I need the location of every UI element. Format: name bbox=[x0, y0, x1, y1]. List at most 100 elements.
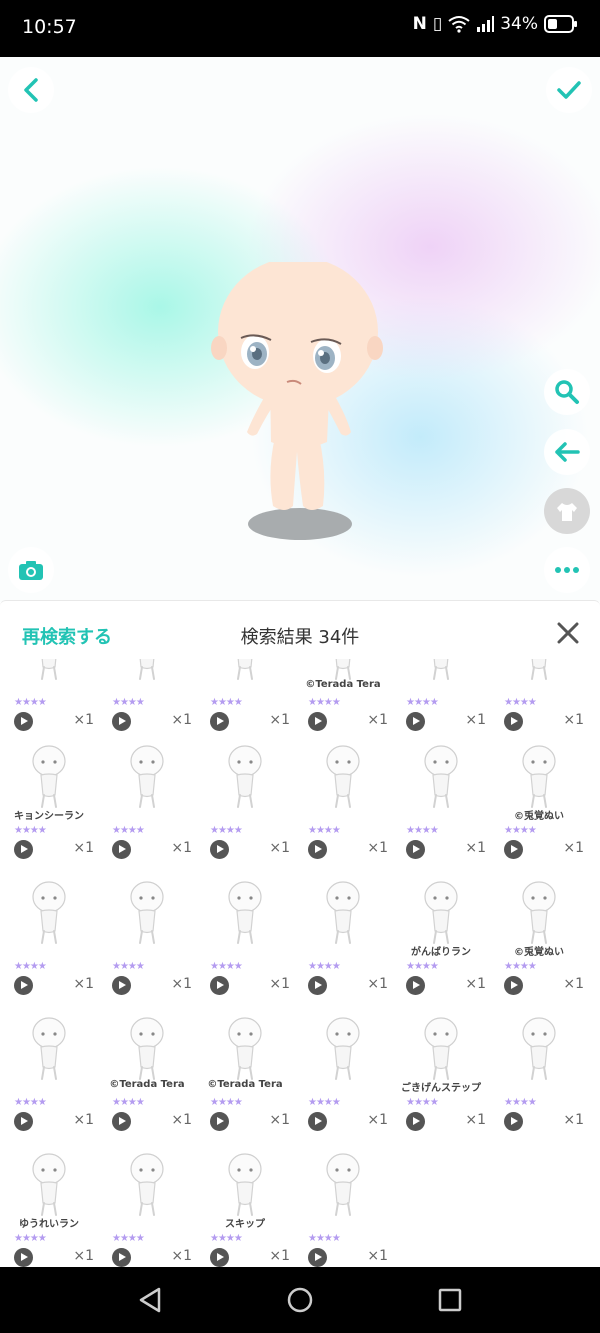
item-quantity: ×1 bbox=[465, 712, 486, 728]
more-button[interactable] bbox=[544, 547, 590, 593]
item-quantity: ×1 bbox=[367, 712, 388, 728]
play-icon[interactable] bbox=[112, 840, 131, 859]
item-thumbnail bbox=[531, 659, 547, 680]
item-card[interactable]: ★★★★ ×1 bbox=[392, 737, 490, 873]
item-card[interactable]: がんばりラン ★★★★ ×1 bbox=[392, 873, 490, 1009]
item-card[interactable]: キョンシーラン ★★★★ ×1 bbox=[0, 737, 98, 873]
item-card[interactable]: ★★★★ ×1 bbox=[98, 659, 196, 745]
star-rating: ★★★★ bbox=[112, 825, 145, 836]
item-card[interactable]: ★★★★ ×1 bbox=[98, 873, 196, 1009]
item-card[interactable]: ★★★★ ×1 bbox=[196, 659, 294, 745]
item-card[interactable]: ★★★★ ×1 bbox=[196, 737, 294, 873]
item-quantity: ×1 bbox=[367, 840, 388, 856]
item-label: ©兎覚ぬい bbox=[514, 947, 564, 958]
play-icon[interactable] bbox=[406, 840, 425, 859]
play-icon[interactable] bbox=[504, 840, 523, 859]
play-icon[interactable] bbox=[210, 712, 229, 731]
star-rating: ★★★★ bbox=[210, 1097, 243, 1108]
item-thumbnail bbox=[41, 659, 57, 680]
play-icon[interactable] bbox=[406, 712, 425, 731]
nav-back-icon[interactable] bbox=[137, 1286, 163, 1314]
item-card[interactable]: ©兎覚ぬい ★★★★ ×1 bbox=[490, 737, 588, 873]
item-card[interactable]: ★★★★ ×1 bbox=[392, 659, 490, 745]
item-card[interactable]: ★★★★ ×1 bbox=[294, 1009, 392, 1145]
item-card[interactable]: ★★★★ ×1 bbox=[98, 737, 196, 873]
item-quantity: ×1 bbox=[171, 712, 192, 728]
item-thumbnail bbox=[130, 745, 164, 808]
play-icon[interactable] bbox=[112, 1112, 131, 1131]
play-icon[interactable] bbox=[14, 840, 33, 859]
play-icon[interactable] bbox=[406, 1112, 425, 1131]
play-icon[interactable] bbox=[504, 1112, 523, 1131]
item-quantity: ×1 bbox=[73, 1248, 94, 1264]
star-rating: ★★★★ bbox=[14, 1233, 47, 1244]
star-rating: ★★★★ bbox=[406, 825, 439, 836]
item-thumbnail bbox=[326, 881, 360, 944]
item-thumbnail bbox=[139, 659, 155, 680]
play-icon[interactable] bbox=[210, 840, 229, 859]
search-button[interactable] bbox=[544, 369, 590, 415]
item-card[interactable]: ごきげんステップ ★★★★ ×1 bbox=[392, 1009, 490, 1145]
play-icon[interactable] bbox=[112, 976, 131, 995]
play-icon[interactable] bbox=[308, 840, 327, 859]
item-quantity: ×1 bbox=[465, 976, 486, 992]
close-icon[interactable] bbox=[556, 621, 580, 645]
nav-home-icon[interactable] bbox=[286, 1286, 314, 1314]
outfit-icon bbox=[557, 503, 577, 521]
play-icon[interactable] bbox=[308, 712, 327, 731]
star-rating: ★★★★ bbox=[308, 697, 341, 708]
status-icons: N ▯ 34% bbox=[413, 14, 578, 34]
item-card[interactable]: ©Terada Tera ★★★★ ×1 bbox=[196, 1009, 294, 1145]
item-card[interactable]: ★★★★ ×1 bbox=[294, 1145, 392, 1268]
play-icon[interactable] bbox=[210, 1112, 229, 1131]
item-thumbnail bbox=[433, 659, 449, 680]
battery-icon bbox=[544, 15, 577, 33]
play-icon[interactable] bbox=[210, 1248, 229, 1267]
play-icon[interactable] bbox=[112, 1248, 131, 1267]
confirm-button[interactable] bbox=[546, 67, 592, 113]
star-rating: ★★★★ bbox=[14, 961, 47, 972]
camera-button[interactable] bbox=[8, 547, 54, 593]
item-card[interactable]: ©Terada Tera ★★★★ ×1 bbox=[98, 1009, 196, 1145]
item-card[interactable]: ★★★★ ×1 bbox=[294, 737, 392, 873]
item-card[interactable]: ★★★★ ×1 bbox=[490, 1009, 588, 1145]
play-icon[interactable] bbox=[406, 976, 425, 995]
item-label: ゆうれいラン bbox=[19, 1219, 79, 1230]
play-icon[interactable] bbox=[308, 976, 327, 995]
star-rating: ★★★★ bbox=[504, 961, 537, 972]
item-quantity: ×1 bbox=[73, 840, 94, 856]
item-thumbnail bbox=[228, 881, 262, 944]
item-quantity: ×1 bbox=[269, 712, 290, 728]
item-thumbnail bbox=[32, 881, 66, 944]
item-card[interactable]: ゆうれいラン ★★★★ ×1 bbox=[0, 1145, 98, 1268]
play-icon[interactable] bbox=[210, 976, 229, 995]
item-card[interactable]: ★★★★ ×1 bbox=[0, 873, 98, 1009]
play-icon[interactable] bbox=[504, 712, 523, 731]
play-icon[interactable] bbox=[504, 976, 523, 995]
item-quantity: ×1 bbox=[171, 976, 192, 992]
play-icon[interactable] bbox=[14, 1112, 33, 1131]
play-icon[interactable] bbox=[308, 1112, 327, 1131]
undo-button[interactable] bbox=[544, 429, 590, 475]
play-icon[interactable] bbox=[14, 712, 33, 731]
outfit-button[interactable] bbox=[544, 488, 590, 534]
play-icon[interactable] bbox=[308, 1248, 327, 1267]
back-button[interactable] bbox=[8, 67, 54, 113]
item-card[interactable]: ©兎覚ぬい ★★★★ ×1 bbox=[490, 873, 588, 1009]
item-quantity: ×1 bbox=[269, 976, 290, 992]
item-card[interactable]: ★★★★ ×1 bbox=[0, 1009, 98, 1145]
nav-recents-icon[interactable] bbox=[437, 1287, 463, 1313]
item-quantity: ×1 bbox=[563, 976, 584, 992]
item-card[interactable]: スキップ ★★★★ ×1 bbox=[196, 1145, 294, 1268]
item-card[interactable]: ★★★★ ×1 bbox=[98, 1145, 196, 1268]
play-icon[interactable] bbox=[14, 1248, 33, 1267]
play-icon[interactable] bbox=[14, 976, 33, 995]
star-rating: ★★★★ bbox=[112, 1233, 145, 1244]
item-card[interactable]: ★★★★ ×1 bbox=[196, 873, 294, 1009]
item-card[interactable]: ★★★★ ×1 bbox=[0, 659, 98, 745]
item-card[interactable]: ★★★★ ×1 bbox=[490, 659, 588, 745]
play-icon[interactable] bbox=[112, 712, 131, 731]
vibrate-icon: ▯ bbox=[432, 14, 443, 34]
item-card[interactable]: ©Terada Tera ★★★★ ×1 bbox=[294, 659, 392, 745]
item-card[interactable]: ★★★★ ×1 bbox=[294, 873, 392, 1009]
